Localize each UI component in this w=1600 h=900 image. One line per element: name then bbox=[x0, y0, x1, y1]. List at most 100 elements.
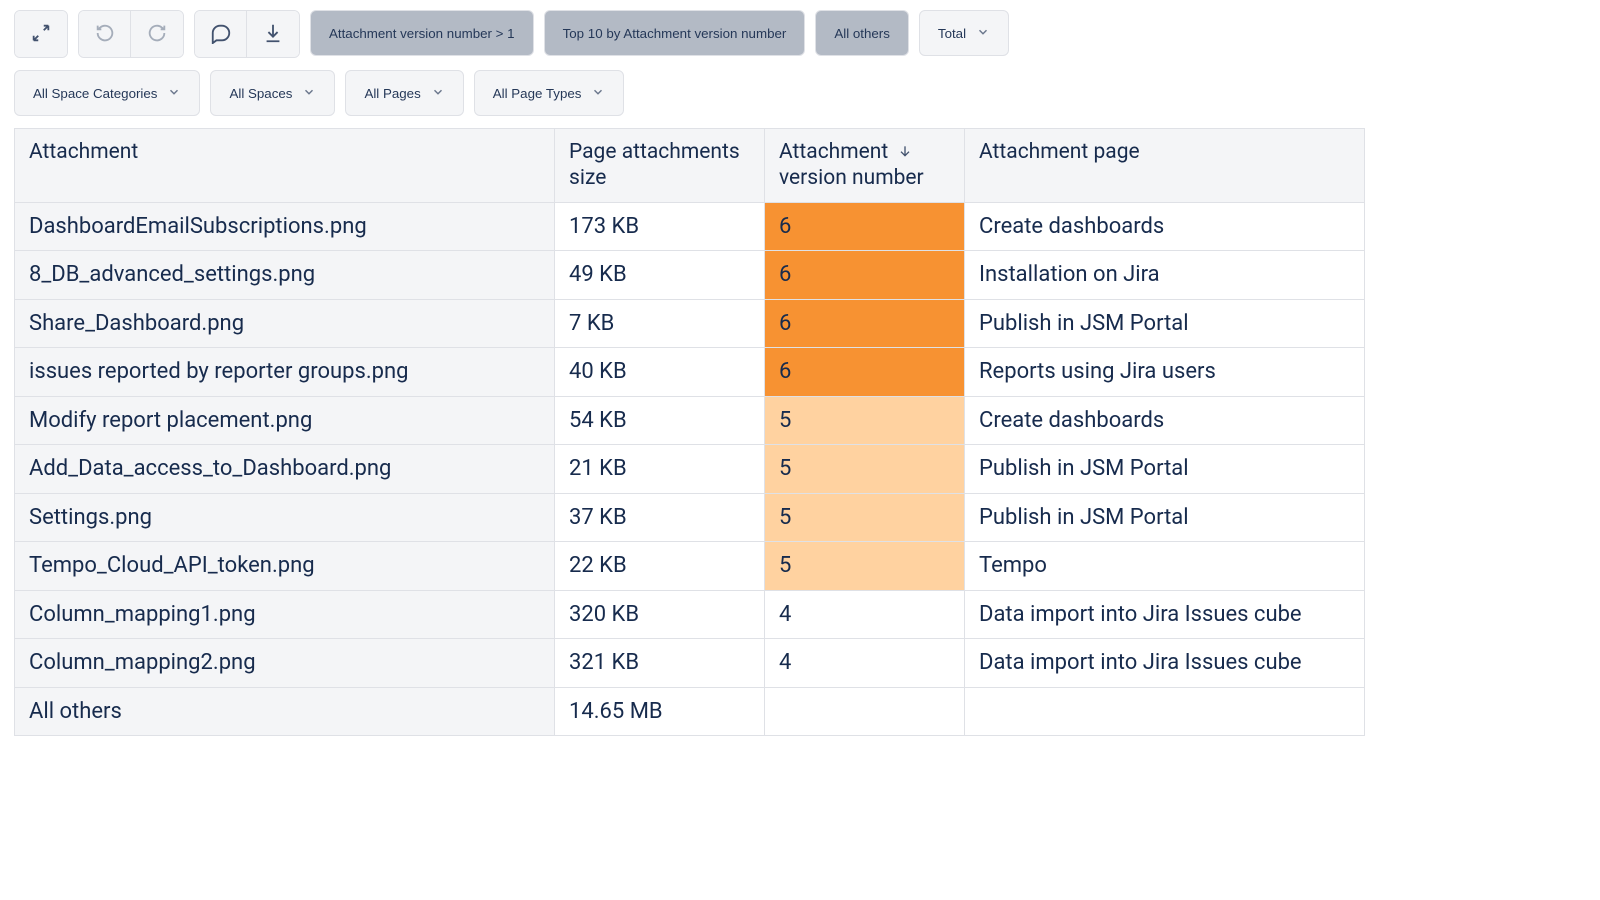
cell-attachment[interactable]: Column_mapping1.png bbox=[15, 590, 555, 639]
filter-page-types-label: All Page Types bbox=[493, 86, 582, 101]
cell-page[interactable]: Tempo bbox=[965, 542, 1365, 591]
cell-size: 54 KB bbox=[555, 396, 765, 445]
table-row: Column_mapping1.png320 KB4Data import in… bbox=[15, 590, 1365, 639]
cell-size: 7 KB bbox=[555, 299, 765, 348]
cell-version: 4 bbox=[765, 639, 965, 688]
table-row: 8_DB_advanced_settings.png49 KB6Installa… bbox=[15, 251, 1365, 300]
redo-button[interactable] bbox=[131, 11, 183, 57]
undo-button[interactable] bbox=[79, 11, 131, 57]
cell-size: 320 KB bbox=[555, 590, 765, 639]
filters-row: All Space Categories All Spaces All Pages A… bbox=[14, 70, 1586, 116]
cell-size: 40 KB bbox=[555, 348, 765, 397]
cell-size: 173 KB bbox=[555, 202, 765, 251]
chip-top10-label: Top 10 by Attachment version number bbox=[563, 26, 787, 41]
table-row: issues reported by reporter groups.png40… bbox=[15, 348, 1365, 397]
cell-attachment[interactable]: 8_DB_advanced_settings.png bbox=[15, 251, 555, 300]
chip-all-others[interactable]: All others bbox=[815, 10, 909, 56]
chevron-down-icon bbox=[167, 85, 181, 102]
cell-size: 321 KB bbox=[555, 639, 765, 688]
cell-version: 5 bbox=[765, 445, 965, 494]
table-row: DashboardEmailSubscriptions.png173 KB6Cr… bbox=[15, 202, 1365, 251]
filter-space-categories[interactable]: All Space Categories bbox=[14, 70, 200, 116]
cell-version: 6 bbox=[765, 299, 965, 348]
cell-page[interactable]: Publish in JSM Portal bbox=[965, 299, 1365, 348]
total-dropdown[interactable]: Total bbox=[919, 10, 1009, 56]
chip-top10[interactable]: Top 10 by Attachment version number bbox=[544, 10, 806, 56]
cell-attachment[interactable]: Column_mapping2.png bbox=[15, 639, 555, 688]
toolbar: Attachment version number > 1 Top 10 by A… bbox=[14, 10, 1586, 58]
attachments-table: Attachment Page attachments size Attachm… bbox=[14, 128, 1365, 736]
table-row: Tempo_Cloud_API_token.png22 KB5Tempo bbox=[15, 542, 1365, 591]
cell-version: 5 bbox=[765, 493, 965, 542]
chevron-down-icon bbox=[431, 85, 445, 102]
cell-page[interactable]: Publish in JSM Portal bbox=[965, 445, 1365, 494]
download-icon bbox=[262, 22, 284, 47]
chip-version-gt1[interactable]: Attachment version number > 1 bbox=[310, 10, 534, 56]
chevron-down-icon bbox=[591, 85, 605, 102]
cell-version: 4 bbox=[765, 590, 965, 639]
cell-page[interactable]: Publish in JSM Portal bbox=[965, 493, 1365, 542]
col-header-version[interactable]: Attachment version number bbox=[765, 129, 965, 203]
cell-version: 5 bbox=[765, 396, 965, 445]
comment-icon bbox=[210, 22, 232, 47]
chip-all-others-label: All others bbox=[834, 26, 890, 41]
filter-space-categories-label: All Space Categories bbox=[33, 86, 157, 101]
table-footer-row: All others14.65 MB bbox=[15, 687, 1365, 736]
cell-version: 5 bbox=[765, 542, 965, 591]
actions-group bbox=[194, 10, 300, 58]
arrow-down-icon bbox=[893, 140, 913, 164]
cell-attachment[interactable]: Settings.png bbox=[15, 493, 555, 542]
cell-attachment[interactable]: Share_Dashboard.png bbox=[15, 299, 555, 348]
cell-attachment[interactable]: Modify report placement.png bbox=[15, 396, 555, 445]
cell-version bbox=[765, 687, 965, 736]
table-row: Column_mapping2.png321 KB4Data import in… bbox=[15, 639, 1365, 688]
chip-version-gt1-label: Attachment version number > 1 bbox=[329, 26, 515, 41]
cell-page[interactable]: Data import into Jira Issues cube bbox=[965, 590, 1365, 639]
undo-icon bbox=[94, 22, 116, 47]
table-header-row: Attachment Page attachments size Attachm… bbox=[15, 129, 1365, 203]
expand-icon bbox=[30, 22, 52, 47]
download-button[interactable] bbox=[247, 11, 299, 57]
col-header-size[interactable]: Page attachments size bbox=[555, 129, 765, 203]
cell-page[interactable]: Create dashboards bbox=[965, 396, 1365, 445]
cell-page bbox=[965, 687, 1365, 736]
chevron-down-icon bbox=[976, 25, 990, 42]
redo-icon bbox=[146, 22, 168, 47]
cell-size: 22 KB bbox=[555, 542, 765, 591]
filter-spaces[interactable]: All Spaces bbox=[210, 70, 335, 116]
cell-page[interactable]: Data import into Jira Issues cube bbox=[965, 639, 1365, 688]
cell-attachment[interactable]: DashboardEmailSubscriptions.png bbox=[15, 202, 555, 251]
cell-size: 21 KB bbox=[555, 445, 765, 494]
expand-button[interactable] bbox=[15, 11, 67, 57]
cell-size: 37 KB bbox=[555, 493, 765, 542]
filter-pages-label: All Pages bbox=[364, 86, 420, 101]
filter-spaces-label: All Spaces bbox=[229, 86, 292, 101]
total-label: Total bbox=[938, 26, 966, 41]
cell-size: 49 KB bbox=[555, 251, 765, 300]
cell-attachment: All others bbox=[15, 687, 555, 736]
cell-attachment[interactable]: Tempo_Cloud_API_token.png bbox=[15, 542, 555, 591]
chevron-down-icon bbox=[302, 85, 316, 102]
cell-version: 6 bbox=[765, 251, 965, 300]
cell-version: 6 bbox=[765, 348, 965, 397]
col-header-attachment[interactable]: Attachment bbox=[15, 129, 555, 203]
cell-page[interactable]: Installation on Jira bbox=[965, 251, 1365, 300]
table-row: Share_Dashboard.png7 KB6Publish in JSM P… bbox=[15, 299, 1365, 348]
table-row: Settings.png37 KB5Publish in JSM Portal bbox=[15, 493, 1365, 542]
table-row: Add_Data_access_to_Dashboard.png21 KB5Pu… bbox=[15, 445, 1365, 494]
cell-page[interactable]: Reports using Jira users bbox=[965, 348, 1365, 397]
cell-attachment[interactable]: Add_Data_access_to_Dashboard.png bbox=[15, 445, 555, 494]
cell-size: 14.65 MB bbox=[555, 687, 765, 736]
filter-pages[interactable]: All Pages bbox=[345, 70, 463, 116]
cell-page[interactable]: Create dashboards bbox=[965, 202, 1365, 251]
comment-button[interactable] bbox=[195, 11, 247, 57]
expand-group bbox=[14, 10, 68, 58]
cell-version: 6 bbox=[765, 202, 965, 251]
table-row: Modify report placement.png54 KB5Create … bbox=[15, 396, 1365, 445]
col-header-version-label-line1: Attachment bbox=[779, 140, 893, 164]
history-group bbox=[78, 10, 184, 58]
cell-attachment[interactable]: issues reported by reporter groups.png bbox=[15, 348, 555, 397]
col-header-page[interactable]: Attachment page bbox=[965, 129, 1365, 203]
filter-page-types[interactable]: All Page Types bbox=[474, 70, 625, 116]
col-header-version-label-rest: version number bbox=[779, 166, 924, 190]
